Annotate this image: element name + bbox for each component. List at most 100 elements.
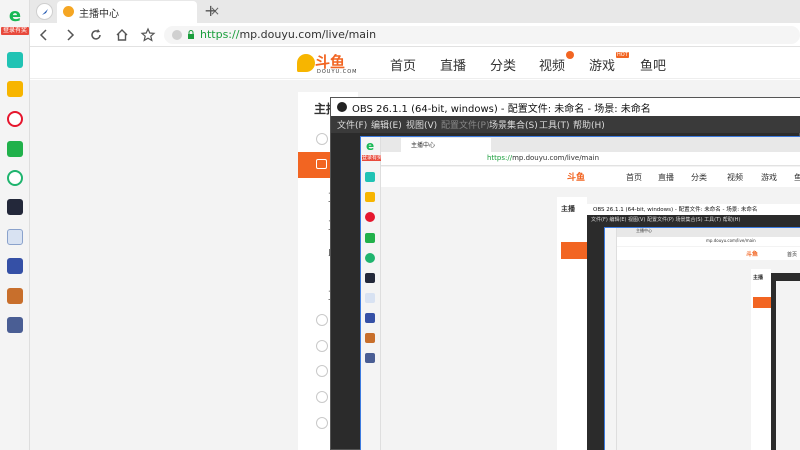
nested2-menu-active — [753, 297, 771, 308]
browser-logo-icon[interactable]: e — [4, 6, 26, 26]
reload-icon[interactable] — [87, 26, 105, 44]
bookmark-star-icon[interactable] — [139, 26, 157, 44]
nested2-header — [617, 247, 800, 260]
new-tab-button[interactable]: + — [204, 1, 217, 20]
nested2-nav: 首页 — [787, 252, 798, 258]
obs-logo-icon — [337, 102, 347, 112]
obs-menu-view[interactable]: 视图(V) — [406, 118, 437, 131]
nav-game[interactable]: 游戏 — [589, 55, 615, 74]
app-sidebar: e 登录有奖 — [0, 0, 30, 450]
nested-obs-menu: 配置文件(P) — [646, 217, 674, 223]
sidebar-cloud-icon[interactable] — [7, 170, 23, 186]
nav-fishbar[interactable]: 鱼吧 — [640, 55, 666, 74]
douyu-fish-icon — [297, 54, 315, 72]
obs-title: OBS 26.1.1 (64-bit, windows) - 配置文件: 未命名… — [352, 104, 651, 115]
nested-nav: 视频 — [727, 173, 743, 182]
nested-menu-title: 主播 — [561, 205, 575, 213]
nested-app-icon — [365, 233, 375, 243]
nested2-url: mp.douyu.com/live/main — [706, 238, 756, 243]
nested-menu-panel — [557, 197, 587, 450]
nested-app-icon — [365, 353, 375, 363]
nested-app-icon — [365, 313, 375, 323]
obs-preview[interactable]: e 登录有奖 主播中心 https://mp.douyu.com/live/ma… — [360, 136, 800, 450]
nested-obs-menu: 场景集合(S) — [675, 217, 703, 223]
browser-tab[interactable]: 主播中心 × — [57, 1, 220, 23]
nested-app-icon — [365, 172, 375, 182]
back-icon[interactable] — [35, 26, 53, 44]
video-badge-icon — [566, 51, 574, 59]
nav-home[interactable]: 首页 — [390, 55, 416, 74]
nested2-tab-title: 主播中心 — [636, 228, 652, 233]
live-room-icon — [316, 159, 327, 169]
sidebar-game4-icon[interactable] — [7, 317, 23, 333]
browser-toolbar: https://mp.douyu.com/live/main — [30, 23, 800, 47]
nested3-preview — [776, 281, 800, 450]
nav-video[interactable]: 视频 — [539, 55, 565, 74]
shield-icon[interactable] — [316, 365, 328, 377]
sidebar-game-icon[interactable] — [7, 199, 23, 215]
pie-chart-icon[interactable] — [316, 391, 328, 403]
url-path: mp.douyu.com/live/main — [239, 28, 377, 41]
obs-window: OBS 26.1.1 (64-bit, windows) - 配置文件: 未命名… — [330, 97, 800, 450]
nested-obs-menu: 文件(F) — [591, 217, 608, 223]
nested2-logo: 斗鱼 — [746, 251, 759, 258]
sidebar-doc-icon[interactable] — [7, 229, 23, 245]
home-icon[interactable] — [113, 26, 131, 44]
nested-app-icon — [365, 293, 375, 303]
emoji-icon[interactable] — [316, 314, 328, 326]
obs-menu-help[interactable]: 帮助(H) — [573, 118, 605, 131]
lock-icon — [188, 30, 194, 39]
nav-category[interactable]: 分类 — [490, 55, 516, 74]
nested-obs-menu: 视图(V) — [628, 217, 646, 223]
nested-menu-active — [561, 242, 587, 259]
compass-icon[interactable] — [36, 3, 53, 20]
sidebar-plus-icon[interactable] — [7, 52, 23, 68]
obs-menubar: 文件(F) 编辑(E) 视图(V) 配置文件(P) 场景集合(S) 工具(T) … — [331, 116, 800, 133]
nav-live[interactable]: 直播 — [440, 55, 466, 74]
nested-nav: 分类 — [691, 173, 707, 182]
nested-app-icon — [365, 212, 375, 222]
nested-badge: 登录有奖 — [362, 155, 383, 161]
bag-icon[interactable] — [316, 340, 328, 352]
nested-nav: 直播 — [658, 173, 674, 182]
nested-logo-e: e — [366, 139, 375, 153]
forward-icon[interactable] — [61, 26, 79, 44]
nested-nav: 游戏 — [761, 173, 777, 182]
douyu-logo[interactable]: 斗鱼 DOUYU.COM — [297, 52, 357, 76]
obs-menu-profile[interactable]: 配置文件(P) — [441, 118, 489, 131]
sidebar-star-icon[interactable] — [7, 81, 23, 97]
sidebar-mail-icon[interactable] — [7, 141, 23, 157]
nested-obs-menus: 文件(F) 编辑(E) 视图(V) 配置文件(P) 场景集合(S) 工具(T) … — [591, 216, 740, 223]
nested-obs-menu: 工具(T) — [704, 217, 722, 223]
address-bar[interactable]: https://mp.douyu.com/live/main — [164, 26, 800, 44]
sidebar-game2-icon[interactable] — [7, 258, 23, 274]
nested-app-icon — [365, 192, 375, 202]
obs-menu-edit[interactable]: 编辑(E) — [371, 118, 402, 131]
obs-titlebar[interactable]: OBS 26.1.1 (64-bit, windows) - 配置文件: 未命名… — [331, 98, 800, 116]
logo-en: DOUYU.COM — [317, 69, 358, 75]
nested-app-icon — [365, 253, 375, 263]
mic-icon[interactable] — [316, 133, 328, 145]
nested-obs-menu: 帮助(H) — [722, 217, 741, 223]
nested-logo: 斗鱼 — [567, 173, 586, 183]
nested2-menu-title: 主播 — [753, 275, 764, 281]
nested-url-scheme: https:// — [487, 154, 513, 162]
hot-badge: HOT — [616, 52, 629, 58]
sidebar-game3-icon[interactable] — [7, 288, 23, 304]
douyu-favicon-icon — [63, 6, 74, 17]
obs-menu-tools[interactable]: 工具(T) — [539, 118, 570, 131]
nested2-sidebar — [605, 228, 617, 450]
obs-menu-file[interactable]: 文件(F) — [337, 118, 367, 131]
nested-url: https://mp.douyu.com/live/main — [487, 154, 599, 162]
sidebar-weibo-icon[interactable] — [7, 111, 23, 127]
nested-nav: 鱼 — [794, 172, 800, 183]
security-shield-icon[interactable] — [172, 30, 182, 40]
obs-menu-scene-collection[interactable]: 场景集合(S) — [489, 118, 538, 131]
nested-nav: 首页 — [626, 173, 642, 182]
building-icon[interactable] — [316, 417, 328, 429]
nested-tab-title: 主播中心 — [411, 142, 436, 149]
nested-app-icon — [365, 333, 375, 343]
browser-tabbar: 主播中心 × + — [30, 0, 800, 23]
login-reward-badge[interactable]: 登录有奖 — [1, 27, 29, 35]
site-header: 斗鱼 DOUYU.COM 首页 直播 分类 视频 游戏 HOT 鱼吧 — [30, 48, 800, 79]
